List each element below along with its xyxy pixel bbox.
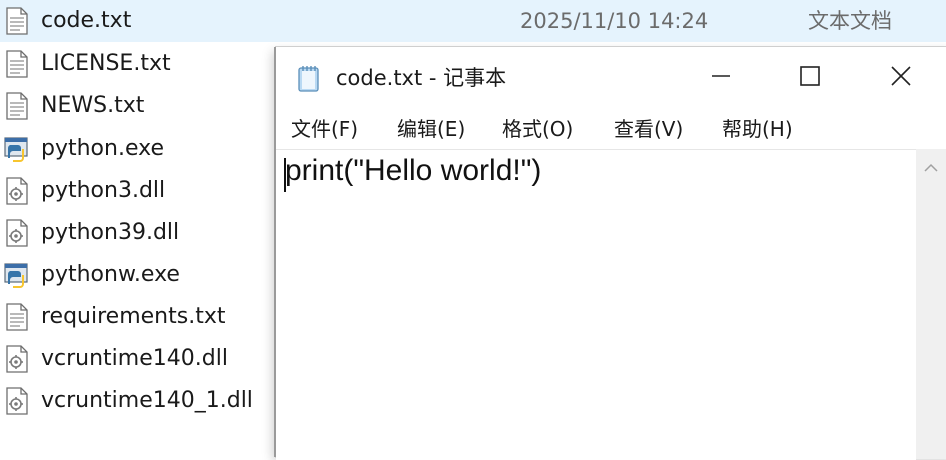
vertical-scrollbar[interactable] (916, 149, 946, 459)
maximize-icon (799, 65, 821, 91)
file-name: code.txt (41, 8, 132, 33)
file-name: python3.dll (41, 178, 166, 203)
close-button[interactable] (861, 47, 941, 109)
close-icon (890, 65, 912, 91)
file-name: vcruntime140_1.dll (41, 388, 253, 413)
file-name: vcruntime140.dll (41, 346, 228, 371)
dll-file-icon (4, 219, 30, 247)
file-name: python.exe (41, 136, 164, 161)
menu-bar: 文件(F) 编辑(E) 格式(O) 查看(V) 帮助(H) (276, 109, 946, 149)
minimize-button[interactable] (681, 47, 761, 109)
dll-file-icon (4, 177, 30, 205)
file-name: pythonw.exe (41, 262, 180, 287)
text-file-icon (4, 50, 30, 78)
scroll-up-button[interactable] (916, 149, 946, 185)
dll-file-icon (4, 345, 30, 373)
text-file-icon (4, 303, 30, 331)
notepad-icon (296, 64, 322, 92)
file-name: python39.dll (41, 220, 180, 245)
menu-view[interactable]: 查看(V) (614, 109, 683, 149)
chevron-up-icon (924, 158, 938, 177)
menu-file[interactable]: 文件(F) (291, 109, 358, 149)
file-name: LICENSE.txt (41, 51, 171, 76)
menu-format[interactable]: 格式(O) (502, 109, 573, 149)
dll-file-icon (4, 387, 30, 415)
text-editor-area[interactable]: print("Hello world!") (276, 149, 916, 460)
notepad-window: code.txt - 记事本 文件(F) 编辑(E) 格式(O) 查看(V) 帮… (276, 47, 946, 460)
text-file-icon (4, 7, 30, 35)
minimize-icon (710, 65, 732, 91)
text-file-icon (4, 92, 30, 120)
file-type: 文本文档 (808, 9, 892, 33)
file-name: requirements.txt (41, 304, 226, 329)
file-name: NEWS.txt (41, 93, 145, 118)
text-caret (284, 158, 286, 192)
file-modified-date: 2025/11/10 14:24 (520, 9, 709, 33)
python-exe-icon (4, 135, 30, 163)
file-row-code-txt[interactable]: code.txt 2025/11/10 14:24 文本文档 (0, 0, 946, 42)
menu-edit[interactable]: 编辑(E) (397, 109, 465, 149)
notepad-titlebar[interactable]: code.txt - 记事本 (276, 47, 946, 109)
editor-content: print("Hello world!") (285, 154, 542, 187)
menu-help[interactable]: 帮助(H) (722, 109, 793, 149)
python-exe-icon (4, 261, 30, 289)
window-title: code.txt - 记事本 (336, 66, 507, 90)
maximize-button[interactable] (770, 47, 850, 109)
